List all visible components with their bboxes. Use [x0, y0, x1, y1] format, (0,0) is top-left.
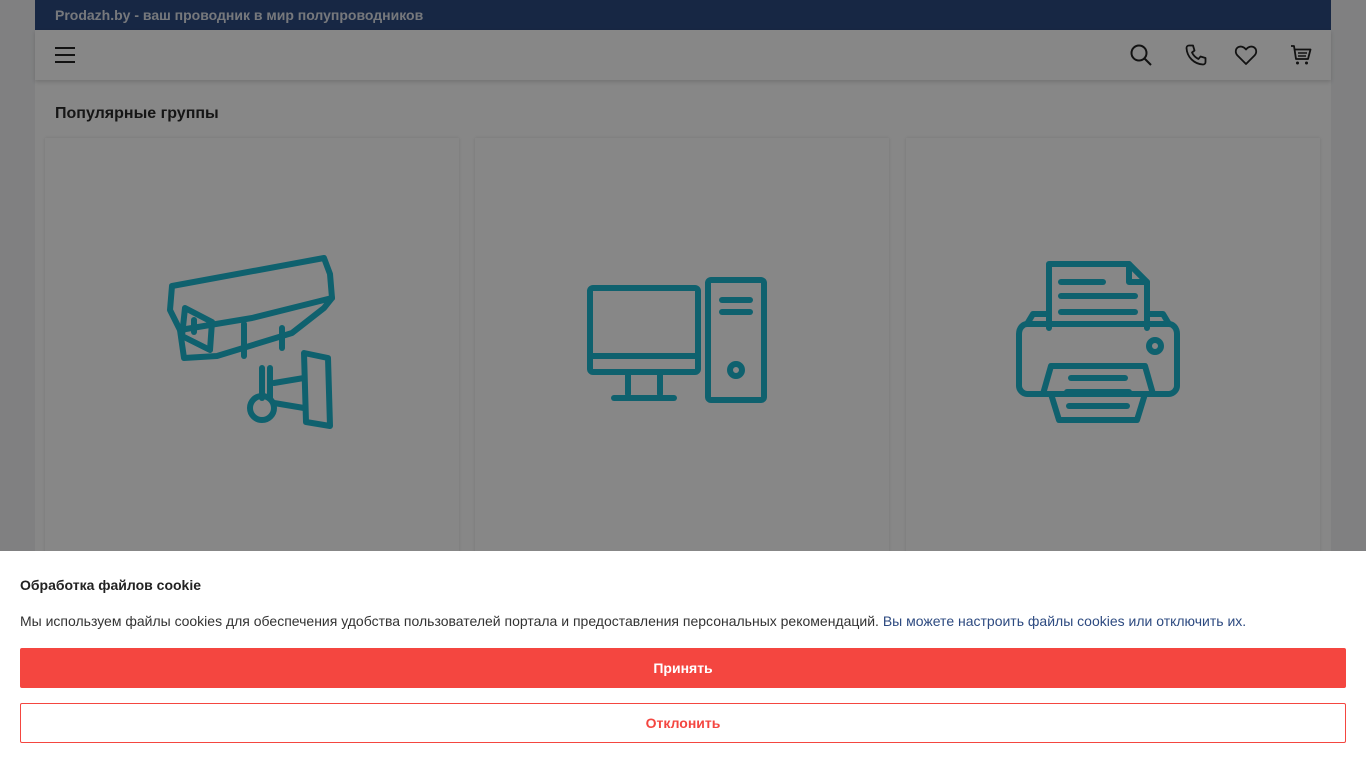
cookie-description: Мы используем файлы cookies для обеспече…	[20, 613, 1246, 629]
cookie-banner: Обработка файлов cookie Мы используем фа…	[0, 551, 1366, 768]
accept-button[interactable]: Принять	[20, 648, 1346, 688]
cookie-text: Мы используем файлы cookies для обеспече…	[20, 613, 879, 629]
cookie-settings-link[interactable]: Вы можете настроить файлы cookies или от…	[883, 613, 1246, 629]
decline-button[interactable]: Отклонить	[20, 703, 1346, 743]
cookie-title: Обработка файлов cookie	[20, 577, 202, 593]
